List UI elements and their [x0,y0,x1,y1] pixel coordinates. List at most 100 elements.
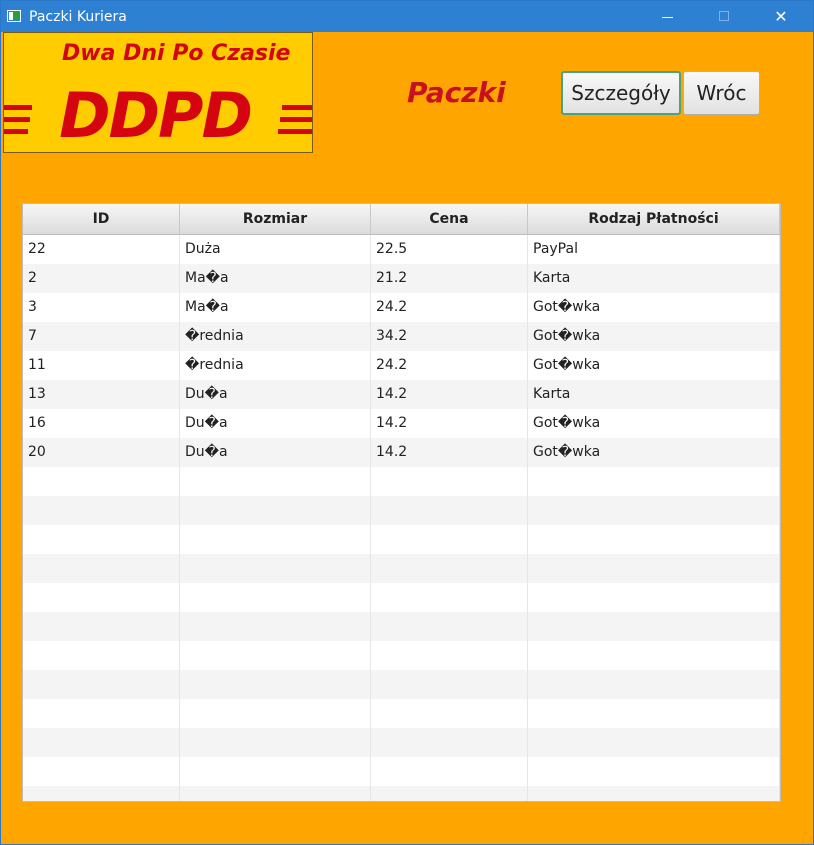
table-header: ID Rozmiar Cena Rodzaj Płatności [23,204,780,235]
cell-price: 14.2 [371,438,528,467]
empty-cell [23,467,180,496]
packages-table[interactable]: ID Rozmiar Cena Rodzaj Płatności 22 Duża… [22,203,781,802]
empty-cell [180,670,371,699]
column-header-price[interactable]: Cena [371,204,528,234]
empty-cell [528,728,780,757]
cell-price: 34.2 [371,322,528,351]
cell-payment: Got�wka [528,351,780,380]
empty-cell [23,641,180,670]
empty-cell [23,786,180,801]
cell-size: Duża [180,235,371,264]
cell-payment: PayPal [528,235,780,264]
empty-cell [180,496,371,525]
empty-cell [23,496,180,525]
empty-cell [180,699,371,728]
empty-cell [180,583,371,612]
cell-payment: Got�wka [528,322,780,351]
empty-cell [528,583,780,612]
cell-payment: Karta [528,380,780,409]
table-row[interactable]: 3 Ma�a 24.2 Got�wka [23,293,780,322]
column-header-size[interactable]: Rozmiar [180,204,371,234]
empty-row [23,525,780,554]
close-button[interactable]: ✕ [758,1,804,32]
empty-cell [371,554,528,583]
table-row[interactable]: 7 �rednia 34.2 Got�wka [23,322,780,351]
cell-size: �rednia [180,322,371,351]
empty-cell [528,641,780,670]
empty-cell [180,786,371,801]
cell-id: 2 [23,264,180,293]
cell-id: 16 [23,409,180,438]
cell-payment: Got�wka [528,438,780,467]
empty-row [23,612,780,641]
cell-id: 3 [23,293,180,322]
cell-id: 7 [23,322,180,351]
empty-cell [180,525,371,554]
logo-wordmark: DDPD [59,79,251,152]
cell-size: �rednia [180,351,371,380]
back-button[interactable]: Wróc [683,71,760,115]
empty-cell [371,699,528,728]
column-header-id[interactable]: ID [23,204,180,234]
empty-cell [23,554,180,583]
empty-row [23,699,780,728]
empty-row [23,728,780,757]
empty-cell [180,728,371,757]
minimize-button[interactable] [644,1,690,32]
window-title: Paczki Kuriera [29,9,127,25]
empty-cell [371,728,528,757]
empty-cell [371,786,528,801]
empty-row [23,554,780,583]
empty-row [23,786,780,801]
table-row[interactable]: 22 Duża 22.5 PayPal [23,235,780,264]
table-row[interactable]: 16 Du�a 14.2 Got�wka [23,409,780,438]
table-row[interactable]: 2 Ma�a 21.2 Karta [23,264,780,293]
cell-id: 20 [23,438,180,467]
empty-cell [180,467,371,496]
cell-price: 24.2 [371,351,528,380]
title-bar[interactable]: Paczki Kuriera ✕ [1,1,813,32]
empty-cell [371,757,528,786]
empty-row [23,641,780,670]
empty-cell [528,525,780,554]
empty-cell [23,583,180,612]
table-row[interactable]: 11 �rednia 24.2 Got�wka [23,351,780,380]
empty-cell [371,612,528,641]
empty-cell [528,757,780,786]
app-window-icon [7,10,21,22]
empty-cell [180,641,371,670]
logo-tagline: Dwa Dni Po Czasie [62,41,291,66]
table-row[interactable]: 20 Du�a 14.2 Got�wka [23,438,780,467]
minimize-icon [662,17,673,18]
cell-size: Du�a [180,438,371,467]
table-row[interactable]: 13 Du�a 14.2 Karta [23,380,780,409]
empty-row [23,583,780,612]
cell-size: Ma�a [180,264,371,293]
empty-cell [371,641,528,670]
cell-size: Ma�a [180,293,371,322]
details-button[interactable]: Szczegóły [561,71,681,115]
cell-size: Du�a [180,409,371,438]
empty-cell [371,525,528,554]
empty-cell [528,786,780,801]
empty-cell [528,670,780,699]
empty-cell [371,583,528,612]
empty-cell [371,467,528,496]
empty-cell [180,554,371,583]
maximize-button[interactable] [702,1,748,32]
page-title: Paczki [407,76,506,109]
column-header-payment[interactable]: Rodzaj Płatności [528,204,780,234]
empty-cell [180,757,371,786]
cell-price: 14.2 [371,380,528,409]
cell-price: 22.5 [371,235,528,264]
application-window: Paczki Kuriera ✕ DDPD Dwa Dni Po Czasie … [0,0,814,845]
cell-id: 13 [23,380,180,409]
empty-cell [23,612,180,641]
cell-price: 24.2 [371,293,528,322]
empty-cell [23,670,180,699]
empty-cell [528,467,780,496]
empty-cell [23,757,180,786]
cell-price: 21.2 [371,264,528,293]
empty-cell [23,699,180,728]
empty-row [23,467,780,496]
